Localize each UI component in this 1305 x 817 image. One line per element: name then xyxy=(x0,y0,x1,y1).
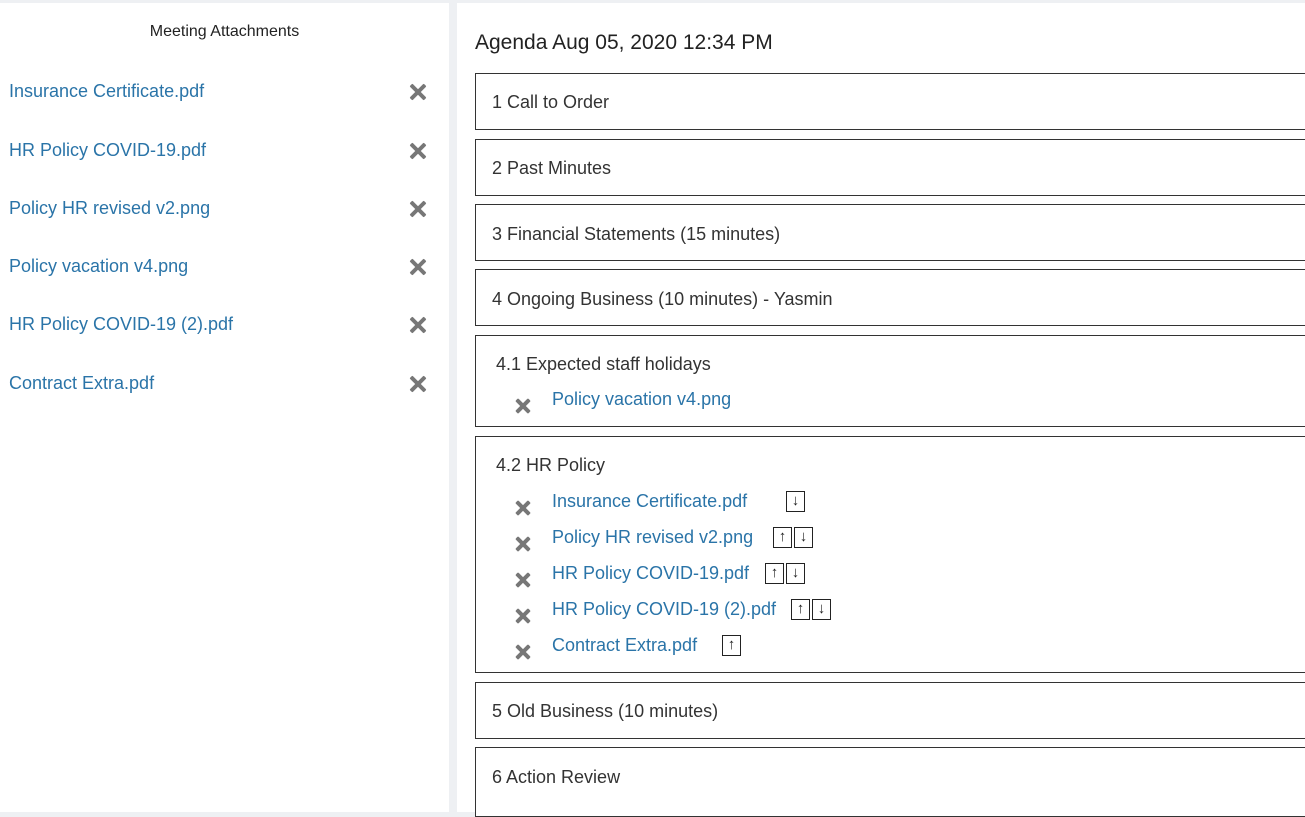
attachment-item: Policy vacation v4.png xyxy=(9,252,429,282)
reorder-controls: ↑ ↓ xyxy=(791,599,833,620)
attachment-link[interactable]: HR Policy COVID-19.pdf xyxy=(9,140,206,161)
reorder-controls: ↑ xyxy=(722,635,743,656)
agenda-item-label: 4 Ongoing Business (10 minutes) - Yasmin xyxy=(492,289,833,309)
remove-attachment-icon[interactable] xyxy=(408,141,428,161)
remove-attachment-icon[interactable] xyxy=(514,499,532,517)
attachment-link[interactable]: Insurance Certificate.pdf xyxy=(552,491,747,512)
agenda-item-label: 4.1 Expected staff holidays xyxy=(496,354,711,374)
arrow-up-icon[interactable]: ↑ xyxy=(773,527,792,548)
attachment-item: Insurance Certificate.pdf xyxy=(9,77,429,107)
arrow-up-icon[interactable]: ↑ xyxy=(791,599,810,620)
attachment-link[interactable]: Insurance Certificate.pdf xyxy=(9,81,204,102)
attachment-link[interactable]: Contract Extra.pdf xyxy=(552,635,697,656)
panel-title: Meeting Attachments xyxy=(149,23,300,40)
attachment-link[interactable]: HR Policy COVID-19.pdf xyxy=(552,563,749,584)
remove-attachment-icon[interactable] xyxy=(408,374,428,394)
arrow-down-icon[interactable]: ↓ xyxy=(786,563,805,584)
arrow-up-icon[interactable]: ↑ xyxy=(765,563,784,584)
attachment-item: HR Policy COVID-19 (2).pdf xyxy=(9,310,429,340)
attachment-link[interactable]: Policy HR revised v2.png xyxy=(9,198,210,219)
attachment-link[interactable]: Policy HR revised v2.png xyxy=(552,527,753,548)
agenda-item-label: 6 Action Review xyxy=(492,767,621,787)
arrow-up-icon[interactable]: ↑ xyxy=(722,635,741,656)
agenda-item[interactable]: 1 Call to Order xyxy=(475,73,1305,130)
meeting-attachments-panel: Meeting Attachments Insurance Certificat… xyxy=(0,3,449,812)
agenda-item-label: 4.2 HR Policy xyxy=(496,455,606,475)
arrow-down-icon[interactable]: ↓ xyxy=(786,491,805,512)
reorder-controls: ↓ xyxy=(786,491,807,512)
remove-attachment-icon[interactable] xyxy=(408,199,428,219)
agenda-item[interactable]: 6 Action Review xyxy=(475,747,1305,817)
remove-attachment-icon[interactable] xyxy=(408,82,428,102)
remove-attachment-icon[interactable] xyxy=(514,535,532,553)
agenda-item[interactable]: 2 Past Minutes xyxy=(475,139,1305,196)
remove-attachment-icon[interactable] xyxy=(514,607,532,625)
attachment-item: Contract Extra.pdf xyxy=(9,369,429,399)
arrow-down-icon[interactable]: ↓ xyxy=(812,599,831,620)
agenda-item[interactable]: 5 Old Business (10 minutes) xyxy=(475,682,1305,739)
agenda-item[interactable]: 4 Ongoing Business (10 minutes) - Yasmin xyxy=(475,269,1305,326)
attachment-item: Policy HR revised v2.png xyxy=(9,194,429,224)
attachment-link[interactable]: Contract Extra.pdf xyxy=(9,373,154,394)
agenda-subitem[interactable]: 4.1 Expected staff holidays Policy vacat… xyxy=(475,335,1305,427)
attachment-link[interactable]: HR Policy COVID-19 (2).pdf xyxy=(552,599,776,620)
remove-attachment-icon[interactable] xyxy=(514,397,532,415)
remove-attachment-icon[interactable] xyxy=(514,643,532,661)
attachment-link[interactable]: HR Policy COVID-19 (2).pdf xyxy=(9,314,233,335)
agenda-item[interactable]: 3 Financial Statements (15 minutes) xyxy=(475,204,1305,261)
remove-attachment-icon[interactable] xyxy=(408,315,428,335)
agenda-panel: Agenda Aug 05, 2020 12:34 PM 1 Call to O… xyxy=(457,3,1305,817)
remove-attachment-icon[interactable] xyxy=(408,257,428,277)
reorder-controls: ↑ ↓ xyxy=(765,563,807,584)
agenda-title: Agenda Aug 05, 2020 12:34 PM xyxy=(475,31,773,54)
remove-attachment-icon[interactable] xyxy=(514,571,532,589)
agenda-item-label: 1 Call to Order xyxy=(492,92,610,112)
agenda-item-label: 5 Old Business (10 minutes) xyxy=(492,701,719,721)
agenda-item-label: 3 Financial Statements (15 minutes) xyxy=(492,224,781,244)
attachment-link[interactable]: Policy vacation v4.png xyxy=(552,389,731,410)
agenda-item-label: 2 Past Minutes xyxy=(492,158,612,178)
agenda-subitem[interactable]: 4.2 HR Policy Insurance Certificate.pdf … xyxy=(475,436,1305,673)
attachment-item: HR Policy COVID-19.pdf xyxy=(9,136,429,166)
attachment-link[interactable]: Policy vacation v4.png xyxy=(9,256,188,277)
reorder-controls: ↑ ↓ xyxy=(773,527,815,548)
arrow-down-icon[interactable]: ↓ xyxy=(794,527,813,548)
